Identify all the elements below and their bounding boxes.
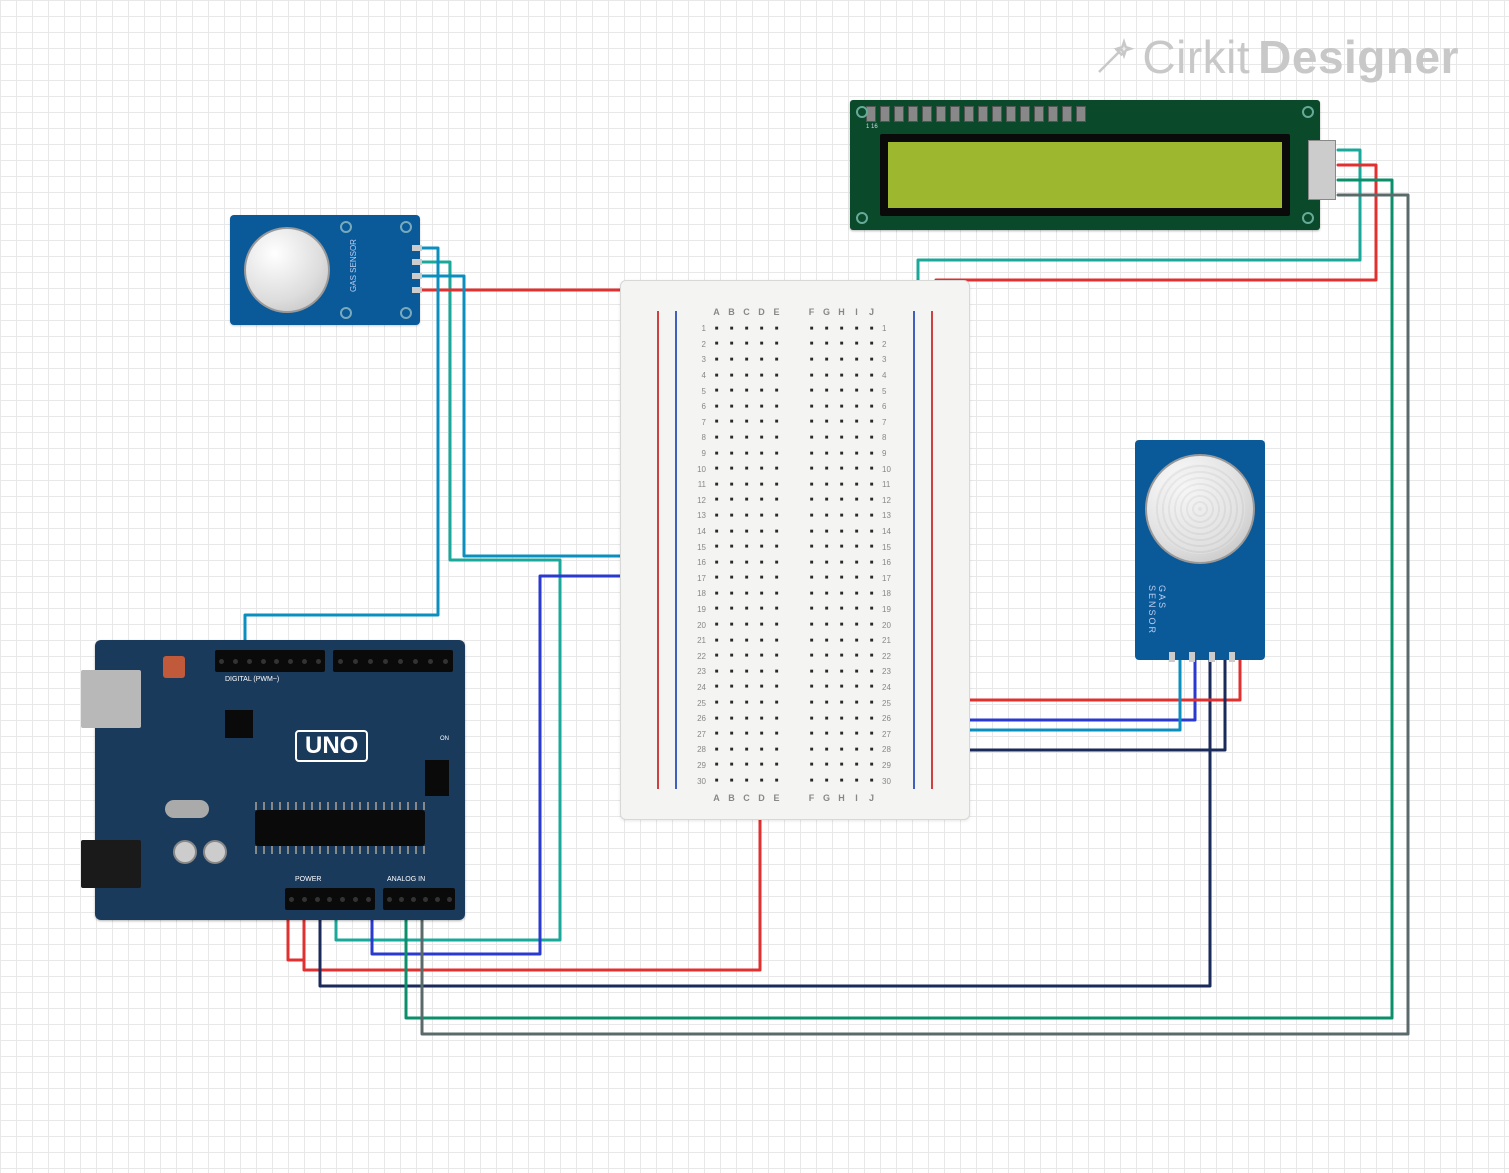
gas-sensor-small-label: GAS SENSOR <box>349 239 358 292</box>
gas-sensor-large-cap <box>1145 454 1255 564</box>
app-watermark: Cirkit Designer <box>1094 30 1459 84</box>
wire-gas-large-navy <box>930 660 1225 750</box>
gas-small-pin-gnd[interactable] <box>412 259 422 265</box>
circuit-canvas[interactable]: Cirkit Designer <box>0 0 1509 1173</box>
breadboard-row[interactable]: 22 <box>691 337 899 353</box>
breadboard-row[interactable]: 1616 <box>691 555 899 571</box>
gas-small-pin-do[interactable] <box>412 273 422 279</box>
breadboard-row[interactable]: 2525 <box>691 695 899 711</box>
brand-light: Cirkit <box>1142 30 1250 84</box>
breadboard-half[interactable]: A B C D E F G H I J A B C D E F G H I J … <box>620 280 970 820</box>
arduino-power-label: POWER <box>295 876 321 883</box>
arduino-digital-header-left[interactable] <box>215 650 325 672</box>
arduino-on-led-label: ON <box>440 736 449 742</box>
brand-bold: Designer <box>1258 30 1459 84</box>
arduino-power-header[interactable] <box>285 888 375 910</box>
breadboard-rail-red-right <box>931 311 933 789</box>
arduino-analog-label: ANALOG IN <box>387 876 425 883</box>
breadboard-column-letters-bottom: A B C D E F G H I J <box>709 793 879 803</box>
arduino-usb-chip <box>225 710 253 738</box>
gas-small-pin-ao[interactable] <box>412 287 422 293</box>
breadboard-row[interactable]: 1717 <box>691 571 899 587</box>
crystal-icon <box>165 800 209 818</box>
gas-large-pin-vcc[interactable] <box>1229 652 1235 662</box>
capacitor-icon <box>173 840 197 864</box>
arduino-digital-label: DIGITAL (PWM~) <box>225 676 279 683</box>
screw-hole-icon <box>340 307 352 319</box>
breadboard-row[interactable]: 99 <box>691 446 899 462</box>
screw-hole-icon <box>1302 106 1314 118</box>
screw-hole-icon <box>856 212 868 224</box>
arduino-power-jack <box>81 840 141 888</box>
gas-small-pin-vcc[interactable] <box>412 245 422 251</box>
gas-sensor-module-large[interactable]: GAS SENSOR <box>1135 440 1265 660</box>
breadboard-row[interactable]: 2828 <box>691 742 899 758</box>
breadboard-row[interactable]: 2626 <box>691 711 899 727</box>
screw-hole-icon <box>400 221 412 233</box>
breadboard-row[interactable]: 1313 <box>691 508 899 524</box>
breadboard-row[interactable]: 1919 <box>691 602 899 618</box>
screw-hole-icon <box>856 106 868 118</box>
breadboard-row[interactable]: 1414 <box>691 524 899 540</box>
breadboard-row[interactable]: 1010 <box>691 461 899 477</box>
arduino-board-name: UNO <box>295 730 368 762</box>
lcd-i2c-header[interactable] <box>1308 140 1336 200</box>
screw-hole-icon <box>400 307 412 319</box>
breadboard-row[interactable]: 55 <box>691 383 899 399</box>
gas-large-pin-gnd[interactable] <box>1209 652 1215 662</box>
breadboard-column-letters-top: A B C D E F G H I J <box>709 307 879 317</box>
gas-sensor-large-label: GAS SENSOR <box>1147 585 1167 660</box>
breadboard-row[interactable]: 77 <box>691 415 899 431</box>
breadboard-rail-red-left <box>657 311 659 789</box>
gas-large-pin-do[interactable] <box>1189 652 1195 662</box>
arduino-uno-board[interactable]: UNO DIGITAL (PWM~) POWER ANALOG IN ON <box>95 640 465 920</box>
lcd-pin-labels: 1 16 <box>866 124 878 130</box>
breadboard-row[interactable]: 2727 <box>691 726 899 742</box>
sensor-mesh-icon <box>1155 464 1245 554</box>
breadboard-tie-points[interactable]: 1122334455667788991010111112121313141415… <box>691 321 899 789</box>
lcd-pin-row <box>866 106 1260 126</box>
gas-sensor-small-cap <box>244 227 330 313</box>
lcd-screen <box>888 142 1282 208</box>
wire-5v-short <box>288 916 304 960</box>
screw-hole-icon <box>340 221 352 233</box>
arduino-reset-button[interactable] <box>163 656 185 678</box>
breadboard-row[interactable]: 1111 <box>691 477 899 493</box>
breadboard-row[interactable]: 44 <box>691 368 899 384</box>
breadboard-row[interactable]: 2222 <box>691 648 899 664</box>
arduino-icsp-header[interactable] <box>425 760 449 796</box>
arduino-analog-header[interactable] <box>383 888 455 910</box>
breadboard-row[interactable]: 1212 <box>691 493 899 509</box>
arduino-digital-header-right[interactable] <box>333 650 453 672</box>
breadboard-row[interactable]: 1818 <box>691 586 899 602</box>
capacitor-icon <box>203 840 227 864</box>
wand-icon <box>1094 37 1134 77</box>
breadboard-row[interactable]: 2929 <box>691 758 899 774</box>
breadboard-row[interactable]: 2020 <box>691 617 899 633</box>
breadboard-rail-blue-right <box>913 311 915 789</box>
wire-gas-large-vcc <box>940 660 1240 700</box>
gas-large-pin-ao[interactable] <box>1169 652 1175 662</box>
gas-sensor-module-small[interactable]: GAS SENSOR <box>230 215 420 325</box>
breadboard-row[interactable]: 11 <box>691 321 899 337</box>
breadboard-row[interactable]: 66 <box>691 399 899 415</box>
breadboard-row[interactable]: 88 <box>691 430 899 446</box>
arduino-atmega-chip <box>255 810 425 846</box>
breadboard-row[interactable]: 2424 <box>691 680 899 696</box>
breadboard-row[interactable]: 2323 <box>691 664 899 680</box>
breadboard-row[interactable]: 2121 <box>691 633 899 649</box>
breadboard-rail-blue-left <box>675 311 677 789</box>
lcd-16x2-module[interactable]: 1 16 <box>850 100 1320 230</box>
breadboard-row[interactable]: 1515 <box>691 539 899 555</box>
screw-hole-icon <box>1302 212 1314 224</box>
arduino-usb-port <box>81 670 141 728</box>
lcd-screen-bezel <box>880 134 1290 216</box>
breadboard-row[interactable]: 33 <box>691 352 899 368</box>
breadboard-row[interactable]: 3030 <box>691 773 899 789</box>
